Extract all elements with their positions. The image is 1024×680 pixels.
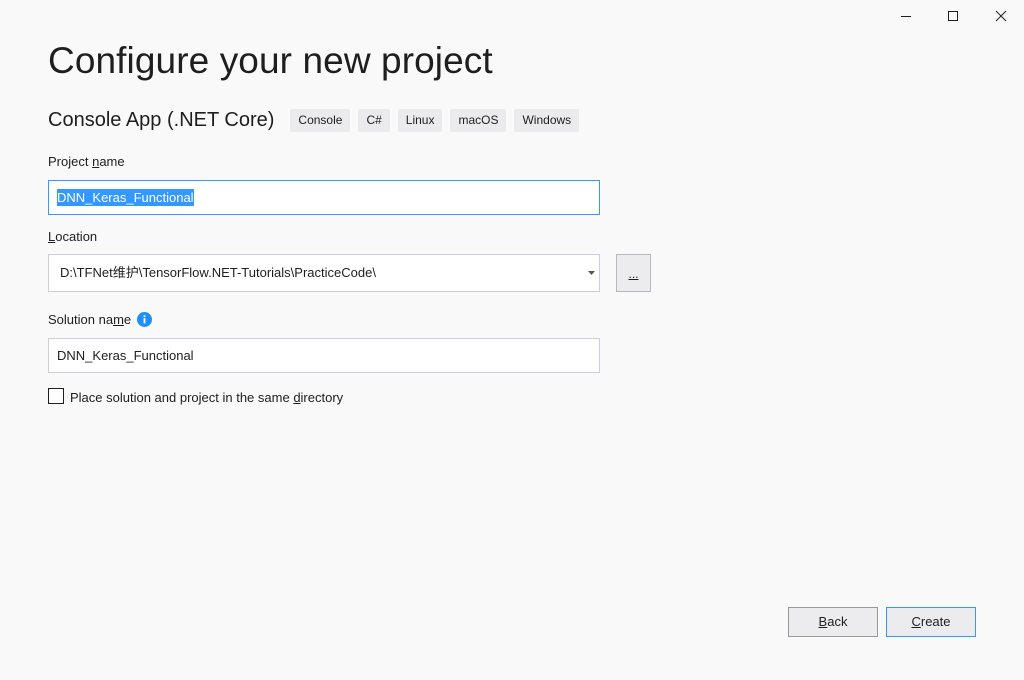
solution-name-label: Solution name [48, 312, 131, 327]
configure-project-dialog: Configure your new project Console App (… [0, 0, 1024, 680]
chevron-down-icon[interactable] [586, 255, 596, 291]
same-directory-option[interactable]: Place solution and project in the same d… [48, 386, 343, 405]
same-directory-label-accesskey: d [293, 390, 301, 405]
close-icon [995, 10, 1007, 22]
location-label-text: ocation [55, 229, 98, 244]
tag-linux: Linux [397, 109, 443, 132]
solution-name-label-text: Solution na [48, 312, 114, 327]
template-header: Console App (.NET Core) Console C# Linux… [48, 109, 587, 132]
minimize-icon [901, 16, 911, 17]
browse-location-button[interactable]: ... [616, 254, 651, 292]
solution-name-label-accesskey: m [113, 312, 124, 327]
solution-name-input[interactable]: DNN_Keras_Functional [48, 338, 600, 373]
tag-macos: macOS [450, 109, 507, 132]
project-name-label: Project name [48, 154, 125, 169]
create-button-label: reate [920, 614, 951, 629]
create-button-accesskey: C [911, 614, 921, 629]
same-directory-label-text: Place solution and project in the same [70, 390, 294, 405]
page-title: Configure your new project [48, 40, 493, 81]
minimize-button[interactable] [883, 0, 929, 32]
back-button-label: ack [827, 614, 848, 629]
same-directory-label-text-end: irectory [300, 390, 344, 405]
project-name-label-text: Project [48, 154, 93, 169]
project-name-label-text-end: ame [99, 154, 125, 169]
info-icon[interactable] [137, 312, 152, 327]
tag-csharp: C# [358, 109, 390, 132]
location-label: Location [48, 229, 97, 244]
tag-console: Console [290, 109, 351, 132]
maximize-button[interactable] [930, 0, 976, 32]
back-button-accesskey: B [818, 614, 828, 629]
location-combo[interactable]: D:\TFNet维护\TensorFlow.NET-Tutorials\Prac… [48, 254, 600, 292]
project-name-input[interactable]: DNN_Keras_Functional [48, 180, 600, 215]
browse-button-label: ... [628, 267, 639, 281]
template-name: Console App (.NET Core) [48, 109, 275, 131]
create-button[interactable]: Create [886, 607, 976, 637]
back-button[interactable]: Back [788, 607, 878, 637]
maximize-icon [948, 11, 958, 21]
close-button[interactable] [978, 0, 1024, 32]
solution-name-label-text-end: e [123, 312, 132, 327]
tag-windows: Windows [514, 109, 580, 132]
location-value: D:\TFNet维护\TensorFlow.NET-Tutorials\Prac… [60, 265, 376, 280]
solution-name-value: DNN_Keras_Functional [57, 348, 194, 363]
same-directory-checkbox[interactable] [48, 387, 64, 404]
same-directory-label[interactable]: Place solution and project in the same d… [70, 390, 343, 405]
project-name-value: DNN_Keras_Functional [57, 189, 194, 206]
